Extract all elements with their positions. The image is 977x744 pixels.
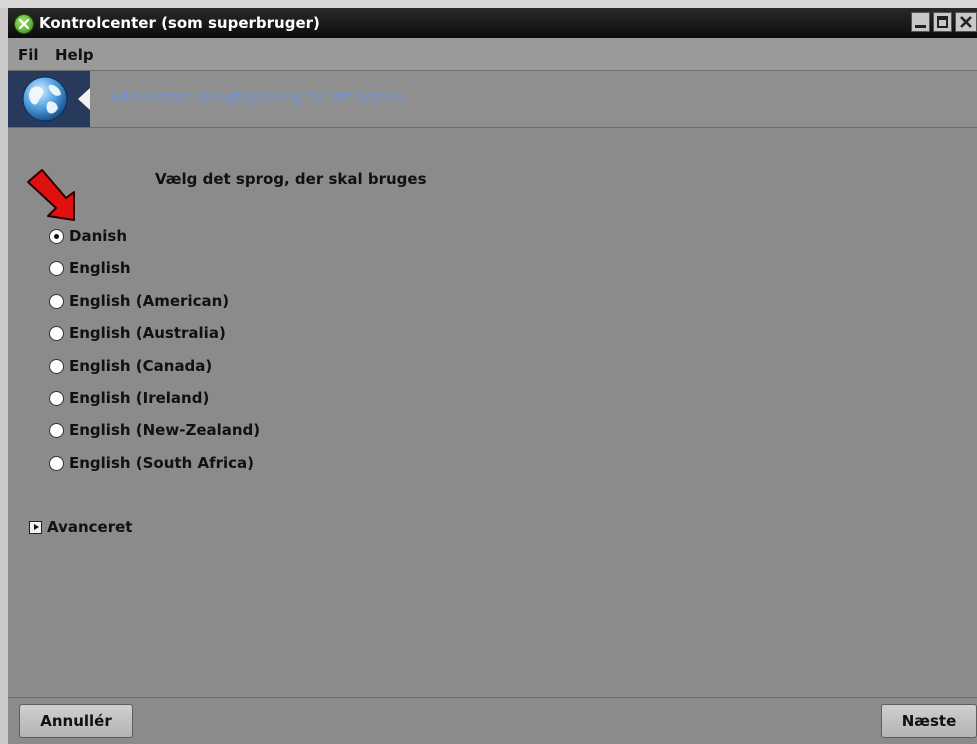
language-option-label: English (New-Zealand) <box>69 421 261 439</box>
language-option-label: Danish <box>69 227 128 245</box>
radio-button[interactable] <box>49 261 64 276</box>
footer-separator <box>8 697 977 698</box>
mageia-x-icon <box>14 14 34 34</box>
language-option-label: English (South Africa) <box>69 454 255 472</box>
close-button[interactable] <box>955 12 977 32</box>
desktop-background <box>0 0 977 8</box>
expand-triangle-icon <box>29 521 42 534</box>
menu-file[interactable]: Fil <box>18 46 39 64</box>
radio-button[interactable] <box>49 229 64 244</box>
header-banner: Administrer sprogtilpasning for dit syst… <box>8 71 977 128</box>
language-heading: Vælg det sprog, der skal bruges <box>155 170 427 188</box>
radio-button[interactable] <box>49 326 64 341</box>
menu-help[interactable]: Help <box>55 46 94 64</box>
cancel-button[interactable]: Annullér <box>19 704 133 738</box>
next-button[interactable]: Næste <box>881 704 977 738</box>
title-bar[interactable]: Kontrolcenter (som superbruger) <box>8 8 977 38</box>
globe-icon <box>22 76 68 122</box>
banner-title: Administrer sprogtilpasning for dit syst… <box>110 90 405 106</box>
language-option-label: English (Ireland) <box>69 389 210 407</box>
banner-notch <box>78 88 90 110</box>
radio-button[interactable] <box>49 359 64 374</box>
maximize-button[interactable] <box>933 12 952 32</box>
radio-button[interactable] <box>49 456 64 471</box>
minimize-button[interactable] <box>911 12 930 32</box>
red-arrow-annotation <box>27 169 75 221</box>
advanced-label: Avanceret <box>47 518 133 536</box>
radio-button[interactable] <box>49 391 64 406</box>
control-center-window: Kontrolcenter (som superbruger) Fil Help <box>8 8 977 744</box>
language-option-label: English <box>69 259 131 277</box>
radio-button[interactable] <box>49 423 64 438</box>
language-option-label: English (Australia) <box>69 324 226 342</box>
language-option-label: English (Canada) <box>69 357 213 375</box>
language-option-label: English (American) <box>69 292 230 310</box>
menu-bar: Fil Help <box>8 38 977 71</box>
window-title: Kontrolcenter (som superbruger) <box>39 14 320 32</box>
radio-button[interactable] <box>49 294 64 309</box>
